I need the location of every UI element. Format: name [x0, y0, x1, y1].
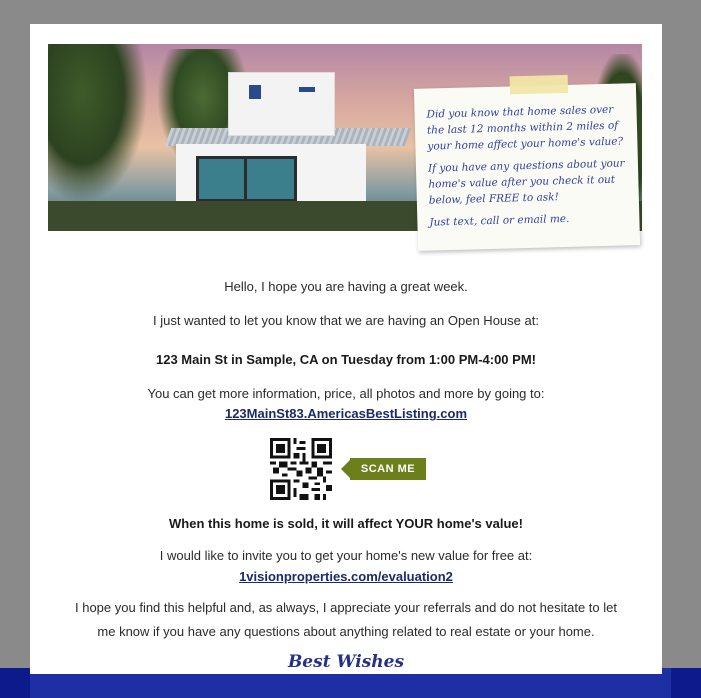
note-text: Did you know that home sales over the la…: [426, 101, 631, 236]
signature: Best Wishes: [287, 652, 405, 672]
note-paragraph-3: Just text, call or email me.: [429, 212, 570, 229]
note-paragraph-1: Did you know that home sales over the la…: [426, 103, 624, 153]
greeting: Hello, I hope you are having a great wee…: [224, 279, 468, 294]
bottom-bar-right: [671, 668, 701, 698]
sold-notice: When this home is sold, it will affect Y…: [169, 516, 523, 531]
sticky-note: Did you know that home sales over the la…: [413, 74, 641, 251]
house-upper: [228, 72, 335, 136]
note-paragraph-2: If you have any questions about your hom…: [427, 157, 625, 207]
scan-me-badge: SCAN ME: [341, 458, 426, 480]
email-card: Did you know that home sales over the la…: [30, 24, 662, 674]
house-window: [196, 156, 297, 202]
invite-text: I would like to invite you to get your h…: [159, 548, 533, 563]
bottom-bar-left: [0, 668, 30, 698]
closing-line-2: me know if you have any questions about …: [97, 624, 595, 639]
listing-link[interactable]: 123MainSt83.AmericasBestListing.com: [225, 406, 467, 421]
qr-code-icon[interactable]: [270, 438, 332, 500]
palm-tree-left: [48, 44, 148, 204]
intro-text: I just wanted to let you know that we ar…: [153, 313, 539, 328]
house-upper-window-small: [299, 87, 315, 92]
house-upper-window: [249, 85, 261, 99]
open-house-details: 123 Main St in Sample, CA on Tuesday fro…: [156, 352, 536, 367]
tape: [509, 74, 569, 95]
evaluation-link[interactable]: 1visionproperties.com/evaluation2: [239, 569, 453, 584]
closing-line-1: I hope you find this helpful and, as alw…: [75, 600, 617, 615]
more-info-text: You can get more information, price, all…: [147, 386, 545, 401]
